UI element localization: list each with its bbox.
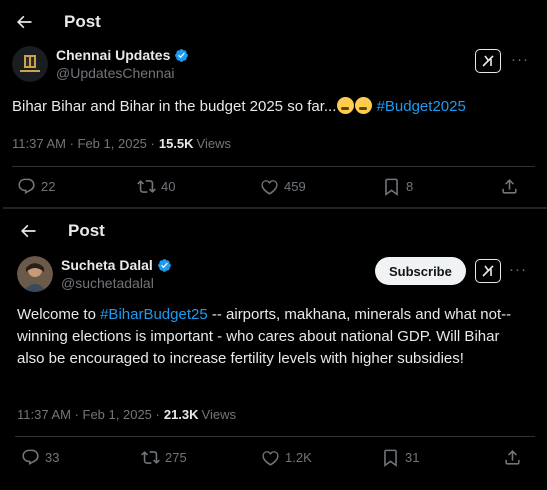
sleeping-face-emoji <box>355 97 373 114</box>
bookmark-count: 31 <box>405 450 420 465</box>
views-count: 21.3K <box>163 407 199 422</box>
heart-icon <box>261 180 278 195</box>
tweet-text: Bihar Bihar and Bihar in the budget 2025… <box>12 96 532 117</box>
page-title: Post <box>64 12 101 31</box>
action-bar: 22 40 459 8 <box>0 177 547 201</box>
post-header: Post <box>0 2 547 42</box>
tweet-meta: 11:37 AM · Feb 1, 2025 · 15.5K Views <box>12 136 231 151</box>
avatar[interactable] <box>12 46 48 82</box>
tweet-text: Welcome to #BiharBudget25 -- airports, m… <box>17 304 527 370</box>
bookmark-count: 8 <box>406 179 414 194</box>
tweet-body: Bihar Bihar and Bihar in the budget 2025… <box>12 98 337 115</box>
reply-count: 22 <box>41 179 56 194</box>
grok-icon <box>482 55 494 67</box>
views-label: Views <box>196 136 231 151</box>
more-options-icon[interactable]: ··· <box>509 262 527 277</box>
repost-button[interactable]: 40 <box>137 177 175 196</box>
bookmark-icon <box>384 449 397 467</box>
more-options-icon[interactable]: ··· <box>511 52 529 67</box>
reply-count: 33 <box>45 450 60 465</box>
reply-icon <box>22 449 39 466</box>
bookmark-icon <box>385 178 398 196</box>
share-icon <box>505 450 520 465</box>
bookmark-button[interactable]: 8 <box>382 177 413 196</box>
author-handle[interactable]: @suchetadalal <box>61 274 172 292</box>
divider <box>12 166 535 167</box>
like-button[interactable]: 1.2K <box>261 448 312 467</box>
like-count: 459 <box>284 179 306 194</box>
author-row: Sucheta Dalal @suchetadalal <box>17 256 172 292</box>
share-button[interactable] <box>503 448 522 467</box>
timestamp[interactable]: 11:37 AM · Feb 1, 2025 · <box>12 136 155 151</box>
author-name-text: Sucheta Dalal <box>61 257 153 273</box>
repost-count: 40 <box>161 179 176 194</box>
like-button[interactable]: 459 <box>260 177 306 196</box>
tweet-panel-sucheta-dalal: Post Sucheta Dalal @suchetadalal Subscri… <box>3 207 547 490</box>
hashtag-budget2025[interactable]: #Budget2025 <box>377 98 466 115</box>
reply-button[interactable]: 22 <box>17 177 55 196</box>
verified-badge-icon <box>157 258 171 272</box>
post-header: Post <box>3 211 547 251</box>
heart-icon <box>262 451 279 466</box>
subscribe-button[interactable]: Subscribe <box>375 257 466 285</box>
hashtag-biharbudget25[interactable]: #BiharBudget25 <box>100 306 208 323</box>
grok-icon <box>482 265 494 277</box>
grok-button[interactable] <box>475 49 501 73</box>
back-arrow-icon[interactable] <box>18 221 38 241</box>
author-handle[interactable]: @UpdatesChennai <box>56 64 189 82</box>
author-name-text: Chennai Updates <box>56 47 171 63</box>
page-title: Post <box>68 221 105 240</box>
reply-icon <box>18 178 35 195</box>
action-bar: 33 275 1.2K 31 <box>3 448 547 472</box>
repost-count: 275 <box>165 450 187 465</box>
share-icon <box>502 179 517 194</box>
tweet-panel-chennai-updates: Post Chennai Updates @UpdatesChennai ···… <box>0 0 547 207</box>
subscribe-label: Subscribe <box>389 263 452 279</box>
author-row: Chennai Updates @UpdatesChennai <box>12 46 189 82</box>
reply-button[interactable]: 33 <box>21 448 59 467</box>
tweet-body-intro: Welcome to <box>17 306 101 323</box>
avatar[interactable] <box>17 256 53 292</box>
grok-button[interactable] <box>475 259 501 283</box>
tweet-meta: 11:37 AM · Feb 1, 2025 · 21.3K Views <box>17 407 236 422</box>
like-count: 1.2K <box>285 450 312 465</box>
repost-icon <box>141 451 160 464</box>
author-name[interactable]: Sucheta Dalal <box>61 256 172 274</box>
back-arrow-icon[interactable] <box>14 12 34 32</box>
views-count: 15.5K <box>158 136 194 151</box>
sleeping-face-emoji <box>337 97 355 114</box>
views-label: Views <box>201 407 236 422</box>
verified-badge-icon <box>175 48 189 62</box>
bookmark-button[interactable]: 31 <box>381 448 419 467</box>
share-button[interactable] <box>500 177 519 196</box>
repost-icon <box>137 180 156 193</box>
divider <box>15 436 535 437</box>
repost-button[interactable]: 275 <box>141 448 187 467</box>
timestamp[interactable]: 11:37 AM · Feb 1, 2025 · <box>17 407 160 422</box>
author-name[interactable]: Chennai Updates <box>56 46 189 64</box>
